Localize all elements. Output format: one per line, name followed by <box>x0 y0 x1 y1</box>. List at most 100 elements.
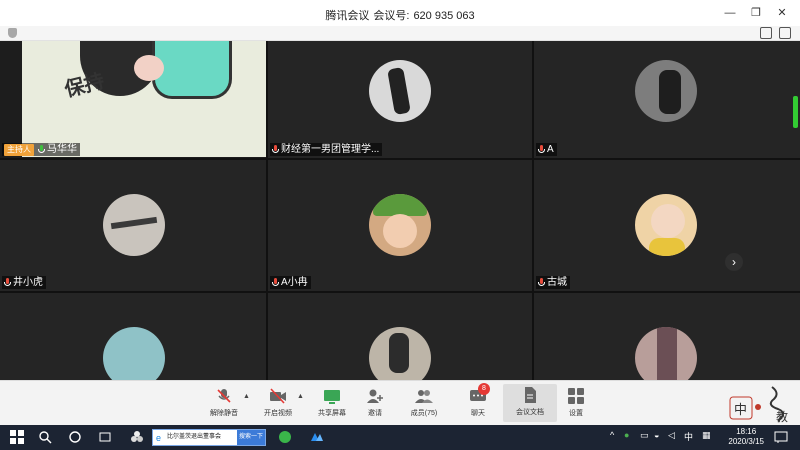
minimize-button[interactable]: — <box>720 4 740 22</box>
avatar <box>369 327 431 380</box>
meeting-id: 620 935 063 <box>413 10 475 22</box>
video-tile[interactable]: A <box>534 41 800 158</box>
document-icon <box>521 386 539 404</box>
audio-options-arrow[interactable]: ▲ <box>243 393 250 400</box>
ime-indicator[interactable]: 中 <box>684 430 693 443</box>
close-button[interactable]: ✕ <box>772 4 792 22</box>
watermark-seal: 中 教 <box>728 383 794 425</box>
avatar <box>103 194 165 256</box>
avatar <box>635 194 697 256</box>
settings-button[interactable]: 设置 <box>554 385 598 418</box>
tencent-meeting-app-icon[interactable] <box>310 430 324 444</box>
share-screen-button[interactable]: 共享屏幕 <box>310 385 354 418</box>
volume-icon[interactable]: ◁ <box>668 430 675 441</box>
meeting-id-label: 会议号: <box>373 10 410 22</box>
mic-icon <box>38 144 45 155</box>
system-clock[interactable]: 18:16 2020/3/15 <box>728 427 764 447</box>
shield-icon[interactable] <box>8 28 17 38</box>
next-page-button[interactable]: › <box>725 253 743 271</box>
members-label: 成员(75) <box>410 410 438 417</box>
fan-app-icon[interactable] <box>130 430 144 444</box>
meeting-docs-label: 会议文档 <box>516 409 544 416</box>
video-tile[interactable] <box>534 293 800 380</box>
cortana-icon[interactable] <box>68 430 82 444</box>
os-taskbar: e 比尔盖茨退出董事会 搜索一下 ^ ● ▭ ◒ ◁ 中 ▦ 18:16 202… <box>0 425 800 450</box>
browser-search-button[interactable]: 搜索一下 <box>237 430 265 445</box>
popout-icon[interactable] <box>760 27 772 39</box>
seal-char: 中 <box>734 403 747 418</box>
participant-name: 马华华 <box>47 144 77 155</box>
participant-name: 财经第一男团管理学... <box>281 144 380 155</box>
tray-arrow-icon[interactable]: ^ <box>610 430 614 440</box>
restore-button[interactable]: ❐ <box>746 4 766 22</box>
chat-button[interactable]: 8 聊天 <box>456 383 500 418</box>
participant-label: 古城 <box>536 276 570 289</box>
app-name: 腾讯会议 <box>325 10 370 22</box>
fullscreen-icon[interactable] <box>779 27 791 39</box>
participant-name: 古城 <box>547 277 567 288</box>
mic-muted-icon <box>272 144 279 155</box>
seal-char: 教 <box>776 409 788 424</box>
task-view-icon[interactable] <box>98 430 112 444</box>
keyboard-icon[interactable]: ▦ <box>702 430 711 441</box>
video-tile[interactable]: 井小虎 <box>0 160 266 291</box>
video-tile[interactable] <box>0 293 266 380</box>
members-button[interactable]: 成员(75) <box>402 385 446 418</box>
clock-date: 2020/3/15 <box>728 437 764 446</box>
info-bar <box>0 26 800 41</box>
browser-search-box[interactable]: e 比尔盖茨退出董事会 搜索一下 <box>152 429 266 446</box>
unmute-label: 解除静音 <box>210 410 238 417</box>
settings-label: 设置 <box>569 410 583 417</box>
meeting-toolbar: 解除静音 ▲ 开启视频 ▲ 共享屏幕 邀请 成员(75) 8 聊天 会议文档 设… <box>0 380 800 425</box>
chat-unread-badge: 8 <box>478 383 490 395</box>
video-tile[interactable]: 古城 <box>534 160 800 291</box>
avatar <box>635 327 697 380</box>
video-tile[interactable]: A小冉 <box>268 160 532 291</box>
start-video-button[interactable]: 开启视频 <box>256 385 300 418</box>
sketch-text: 保持 <box>62 70 107 102</box>
browser-search-text: 比尔盖茨退出董事会 <box>167 434 222 440</box>
meeting-docs-button[interactable]: 会议文档 <box>503 384 557 422</box>
notification-icon[interactable] <box>774 430 788 444</box>
search-icon[interactable] <box>38 430 52 444</box>
battery-icon[interactable]: ▭ <box>640 430 649 441</box>
avatar <box>369 60 431 122</box>
browser-app-icon[interactable] <box>278 430 292 444</box>
window-title: 腾讯会议 会议号: 620 935 063 <box>0 7 800 23</box>
mic-muted-icon <box>538 144 545 155</box>
add-user-icon <box>366 387 384 405</box>
mic-muted-icon <box>272 277 279 288</box>
start-video-label: 开启视频 <box>264 410 292 417</box>
windows-start-icon[interactable] <box>10 430 24 444</box>
video-tile[interactable] <box>268 293 532 380</box>
participant-label: A小冉 <box>270 276 311 289</box>
members-icon <box>415 387 433 405</box>
meeting-window: 腾讯会议 会议号: 620 935 063 — ❐ ✕ 保持 主持人 马华华 财… <box>0 0 800 425</box>
title-bar: 腾讯会议 会议号: 620 935 063 — ❐ ✕ <box>0 0 800 26</box>
wechat-tray-icon[interactable]: ● <box>624 430 629 440</box>
volume-indicator <box>793 96 798 128</box>
participant-name: A <box>547 144 554 155</box>
settings-grid-icon <box>567 387 585 405</box>
mic-muted-icon <box>4 277 11 288</box>
video-grid: 保持 主持人 马华华 财经第一男团管理学... A 井小虎 A小冉 古城 › <box>0 41 800 380</box>
sketch-face <box>134 55 164 81</box>
participant-label: 主持人 马华华 <box>2 143 80 156</box>
host-badge: 主持人 <box>4 143 34 156</box>
sketch-shape <box>152 41 232 99</box>
ie-icon: e <box>156 433 162 443</box>
participant-label: 井小虎 <box>2 276 46 289</box>
shared-video: 保持 <box>22 41 266 157</box>
network-icon[interactable]: ◒ <box>654 430 659 440</box>
video-tile[interactable]: 保持 主持人 马华华 <box>0 41 266 158</box>
mic-muted-icon <box>538 277 545 288</box>
avatar <box>103 327 165 380</box>
video-options-arrow[interactable]: ▲ <box>297 393 304 400</box>
participant-name: 井小虎 <box>13 277 43 288</box>
invite-button[interactable]: 邀请 <box>353 385 397 418</box>
unmute-button[interactable]: 解除静音 <box>202 385 246 418</box>
video-tile[interactable]: 财经第一男团管理学... <box>268 41 532 158</box>
chat-label: 聊天 <box>471 410 485 417</box>
avatar <box>635 60 697 122</box>
clock-time: 18:16 <box>736 427 757 436</box>
